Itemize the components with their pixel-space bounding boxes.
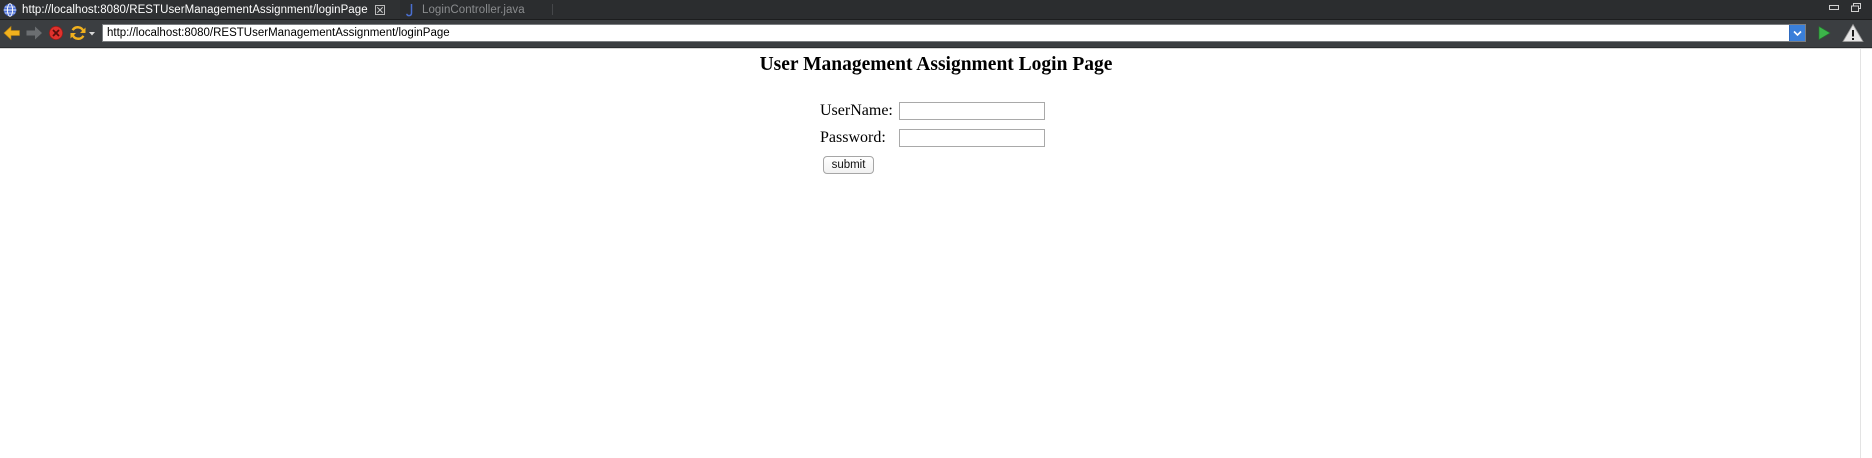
go-play-icon[interactable] xyxy=(1814,23,1834,43)
tab-label: LoginController.java xyxy=(422,3,525,16)
tab-label: http://localhost:8080/RESTUserManagement… xyxy=(22,3,368,16)
editor-tab-bar: http://localhost:8080/RESTUserManagement… xyxy=(0,0,1872,20)
tab-divider xyxy=(552,4,553,15)
url-history-dropdown[interactable] xyxy=(1789,25,1805,41)
tab-login-controller[interactable]: LoginController.java xyxy=(402,0,552,19)
toolbar-divider xyxy=(0,48,1872,49)
submit-button[interactable]: submit xyxy=(823,156,874,174)
username-field[interactable] xyxy=(899,102,1045,120)
globe-icon xyxy=(3,2,17,17)
warning-icon[interactable] xyxy=(1842,23,1864,43)
browser-toolbar xyxy=(0,20,1872,48)
password-field[interactable] xyxy=(899,129,1045,147)
chevron-down-icon[interactable] xyxy=(88,23,96,43)
username-label: UserName: xyxy=(820,102,893,119)
tab-login-page[interactable]: http://localhost:8080/RESTUserManagement… xyxy=(0,0,400,19)
back-arrow-icon[interactable] xyxy=(2,23,22,43)
refresh-icon[interactable] xyxy=(68,23,88,43)
minimize-icon[interactable] xyxy=(1829,3,1839,12)
forward-arrow-icon[interactable] xyxy=(24,23,44,43)
restore-icon[interactable] xyxy=(1851,3,1861,12)
address-bar[interactable] xyxy=(102,24,1806,42)
url-input[interactable] xyxy=(105,25,1789,41)
vertical-scrollbar[interactable] xyxy=(1860,49,1872,458)
page-title: User Management Assignment Login Page xyxy=(759,54,1113,75)
stop-icon[interactable] xyxy=(46,23,66,43)
password-label: Password: xyxy=(820,129,886,146)
close-icon[interactable] xyxy=(374,4,385,15)
java-file-icon xyxy=(406,3,413,16)
chevron-down-icon xyxy=(1793,30,1802,37)
